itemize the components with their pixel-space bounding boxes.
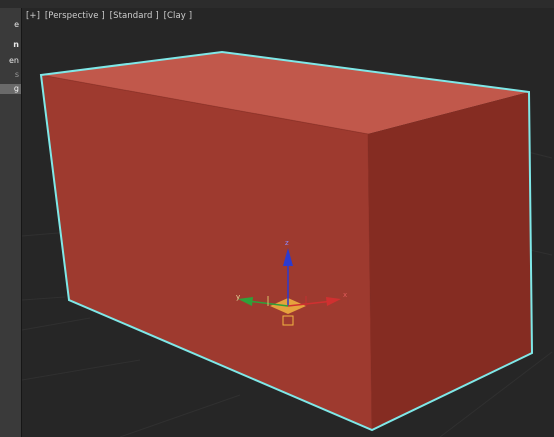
viewport-shading-clay[interactable]: [Clay ] <box>164 11 193 21</box>
perspective-viewport[interactable]: z x y [+] [Perspective ] [Standard ] [Cl… <box>22 8 554 437</box>
panel-item-4[interactable]: s <box>15 70 19 80</box>
command-panel: e n en s g <box>0 8 22 437</box>
app-window: e n en s g z x y [+] [Perspective] [Sta… <box>0 0 554 437</box>
x-axis-label: x <box>343 291 347 299</box>
box-side-face[interactable] <box>368 92 532 430</box>
panel-item-1[interactable]: e <box>14 20 19 30</box>
y-axis-label: y <box>236 293 240 301</box>
viewport-scene[interactable]: z x y <box>22 8 554 437</box>
panel-item-3[interactable]: en <box>9 56 19 66</box>
panel-item-2[interactable]: n <box>13 40 19 50</box>
viewport-menu-plus[interactable]: [+] <box>26 11 40 21</box>
viewport-label-bar[interactable]: [+] [Perspective ] [Standard ] [Clay ] <box>26 11 194 21</box>
viewport-point-of-view[interactable]: [Perspective ] <box>45 11 105 21</box>
panel-item-5[interactable]: g <box>0 84 21 94</box>
z-axis-label: z <box>285 239 289 247</box>
box-front-face[interactable] <box>41 75 372 430</box>
viewport-shading-standard[interactable]: [Standard ] <box>110 11 159 21</box>
